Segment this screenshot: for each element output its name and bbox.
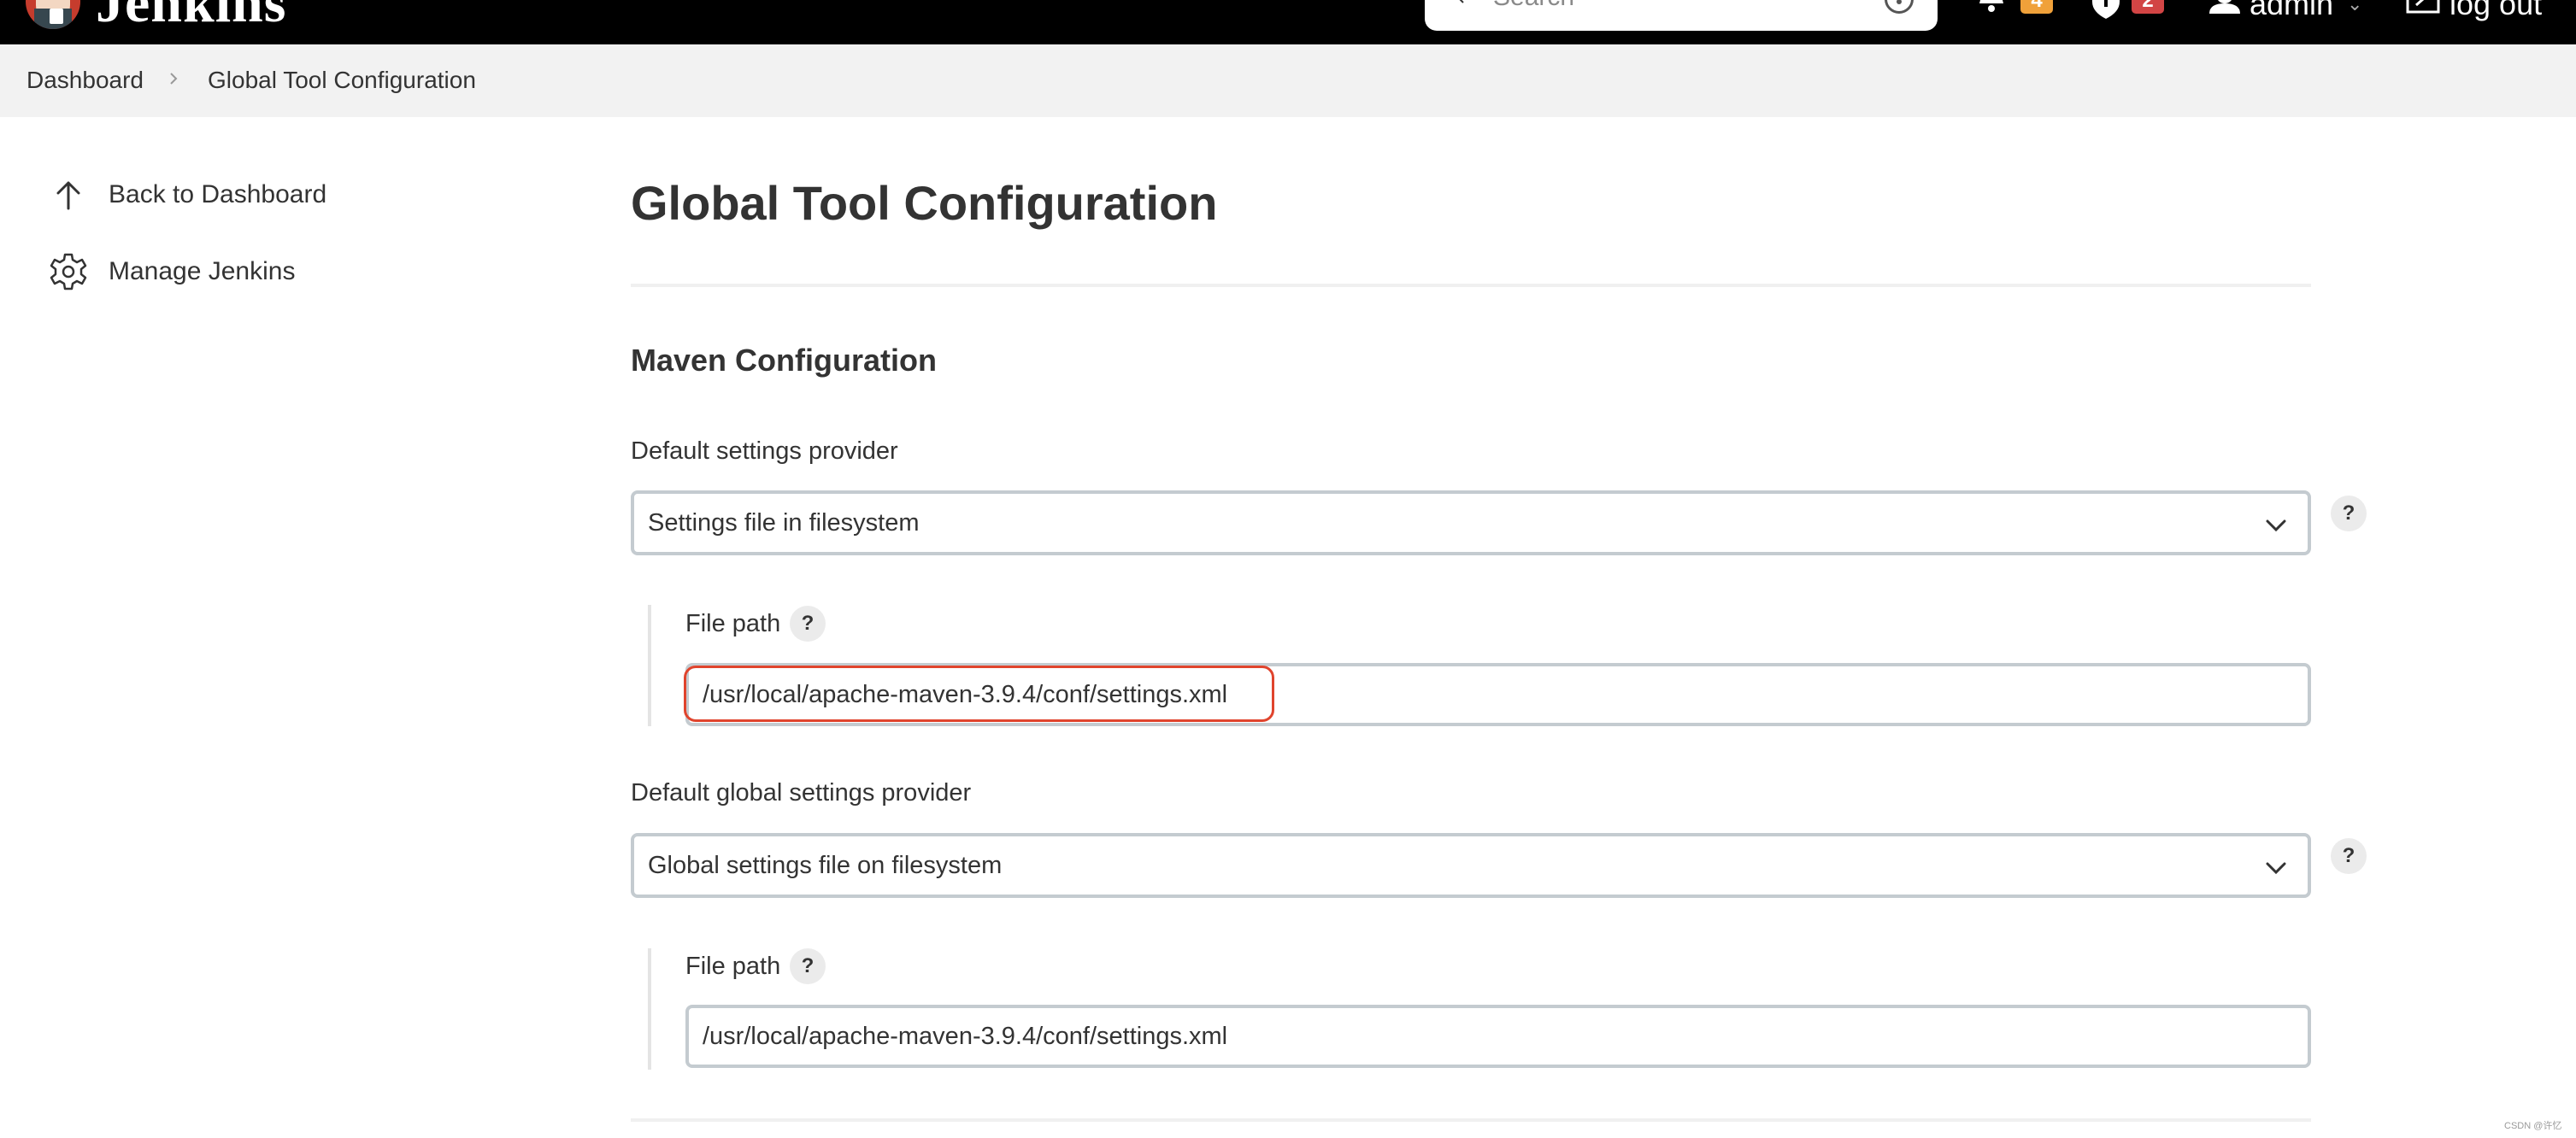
- logout-link[interactable]: log out: [2450, 0, 2542, 22]
- selected-value: Settings file in filesystem: [648, 509, 920, 537]
- shield-icon[interactable]: [2089, 0, 2123, 44]
- user-menu-link[interactable]: admin: [2250, 0, 2333, 22]
- breadcrumb-current[interactable]: Global Tool Configuration: [208, 67, 476, 94]
- logout-icon[interactable]: [2404, 0, 2442, 44]
- notifications-badge[interactable]: 4: [2020, 0, 2053, 14]
- file-path-label: File path: [685, 610, 781, 637]
- section-title-maven: Maven Configuration: [631, 343, 937, 378]
- global-settings-file-path-input[interactable]: [685, 1005, 2311, 1068]
- default-global-settings-provider-select[interactable]: Global settings file on filesystem: [631, 833, 2311, 898]
- help-button-default-settings[interactable]: ?: [2331, 496, 2367, 531]
- nested-section-border: [648, 948, 651, 1070]
- search-input[interactable]: [1493, 0, 1835, 12]
- top-header: Jenkins 4 2 admin ⌄ log out: [0, 0, 2576, 44]
- help-button-global-settings[interactable]: ?: [2331, 838, 2367, 874]
- gear-icon: [50, 253, 87, 290]
- chevron-down-icon[interactable]: ⌄: [2347, 0, 2362, 15]
- sidebar-item-label: Back to Dashboard: [109, 180, 327, 208]
- sidebar-item-label: Manage Jenkins: [109, 257, 296, 285]
- watermark: CSDN @许忆: [2504, 1121, 2562, 1131]
- sidebar-item-manage-jenkins[interactable]: Manage Jenkins: [48, 251, 526, 302]
- help-button-file-path[interactable]: ?: [790, 948, 826, 984]
- search-box[interactable]: [1425, 0, 1938, 31]
- settings-file-path-input[interactable]: [685, 663, 2311, 726]
- sidebar-item-back-to-dashboard[interactable]: Back to Dashboard: [48, 174, 526, 226]
- brand-name[interactable]: Jenkins: [96, 0, 286, 36]
- breadcrumb: Dashboard Global Tool Configuration: [0, 44, 2576, 117]
- search-icon: [1459, 0, 1464, 3]
- bell-icon[interactable]: [1974, 0, 2008, 44]
- security-badge[interactable]: 2: [2132, 0, 2164, 14]
- default-settings-provider-select[interactable]: Settings file in filesystem: [631, 490, 2311, 555]
- default-settings-provider-label: Default settings provider: [631, 437, 898, 465]
- help-button-file-path[interactable]: ?: [790, 606, 826, 642]
- search-help-icon[interactable]: [1885, 0, 1914, 14]
- chevron-right-icon: [170, 73, 178, 85]
- user-icon[interactable]: [2208, 0, 2242, 44]
- breadcrumb-dashboard[interactable]: Dashboard: [26, 67, 144, 94]
- file-path-label: File path: [685, 953, 781, 980]
- selected-value: Global settings file on filesystem: [648, 852, 1003, 879]
- arrow-up-icon: [56, 181, 80, 210]
- jenkins-logo-icon[interactable]: [26, 0, 80, 29]
- page-title: Global Tool Configuration: [631, 176, 1218, 230]
- chevron-down-icon: [2266, 862, 2286, 875]
- title-divider: [631, 284, 2311, 287]
- chevron-down-icon: [2266, 519, 2286, 532]
- default-global-settings-provider-label: Default global settings provider: [631, 779, 972, 807]
- nested-section-border: [648, 605, 651, 726]
- section-divider: [631, 1118, 2311, 1122]
